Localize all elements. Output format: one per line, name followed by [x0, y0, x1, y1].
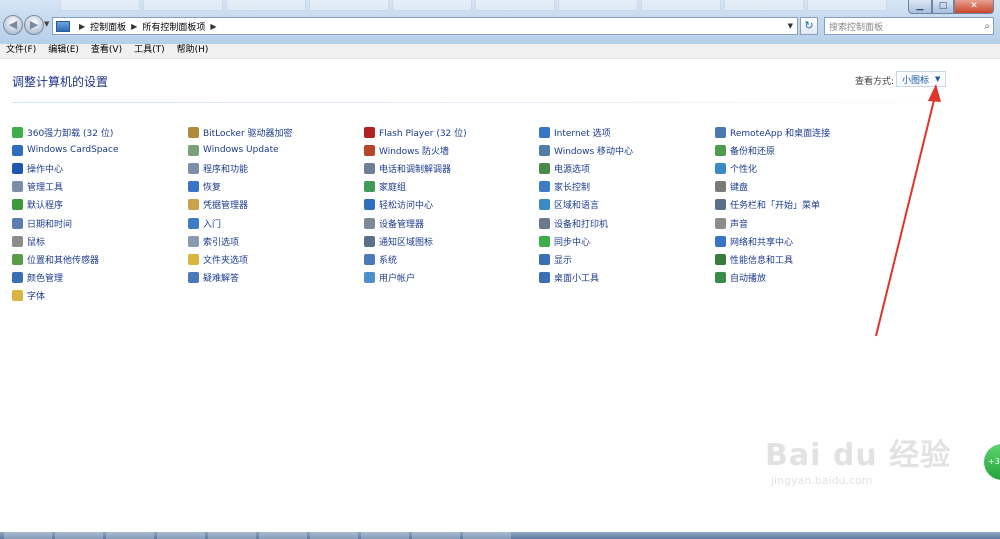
watermark-brand: Bai du 经验	[765, 438, 952, 473]
baidu-watermark: Bai du 经验 jingyan.baidu.com	[765, 430, 951, 487]
taskbar	[0, 532, 1000, 539]
watermark-url: jingyan.baidu.com	[771, 474, 873, 487]
